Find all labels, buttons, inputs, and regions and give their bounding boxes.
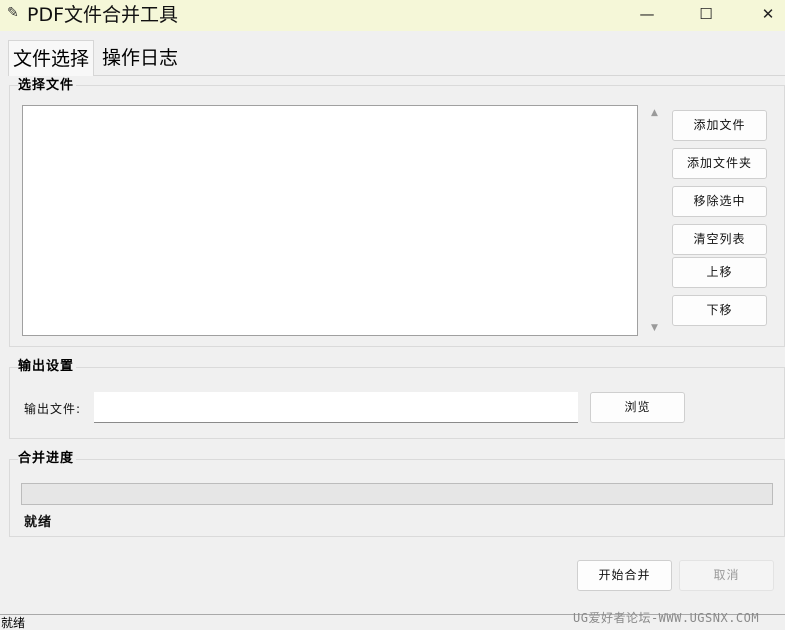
scroll-down-arrow-icon[interactable]: ▼ — [651, 323, 658, 333]
add-file-button[interactable]: 添加文件 — [672, 110, 767, 141]
output-file-input[interactable] — [94, 392, 578, 423]
tab-divider — [8, 75, 785, 76]
tab-operation-log[interactable]: 操作日志 — [98, 40, 183, 76]
start-merge-button[interactable]: 开始合并 — [577, 560, 672, 591]
file-section-title: 选择文件 — [18, 78, 77, 94]
scroll-up-arrow-icon[interactable]: ▲ — [651, 108, 658, 118]
progress-section-title: 合并进度 — [18, 451, 77, 467]
move-up-button[interactable]: 上移 — [672, 257, 767, 288]
cancel-button[interactable]: 取消 — [679, 560, 774, 591]
tab-file-select[interactable]: 文件选择 — [8, 40, 95, 76]
output-file-label: 输出文件: — [24, 402, 82, 416]
file-listbox[interactable] — [22, 105, 638, 336]
close-button[interactable]: ✕ — [745, 0, 785, 28]
add-folder-button[interactable]: 添加文件夹 — [672, 148, 767, 179]
clear-list-button[interactable]: 清空列表 — [672, 224, 767, 255]
minimize-button[interactable]: — — [624, 0, 670, 28]
window-title: PDF文件合并工具 — [27, 4, 179, 26]
title-bar: ✎ PDF文件合并工具 — ☐ ✕ — [0, 0, 785, 31]
output-section-title: 输出设置 — [18, 359, 77, 375]
progress-status-text: 就绪 — [24, 515, 53, 530]
move-down-button[interactable]: 下移 — [672, 295, 767, 326]
maximize-button[interactable]: ☐ — [683, 0, 729, 28]
statusbar-text: 就绪 — [1, 616, 26, 630]
browse-button[interactable]: 浏览 — [590, 392, 685, 423]
merge-progress-bar — [21, 483, 773, 505]
remove-selected-button[interactable]: 移除选中 — [672, 186, 767, 217]
watermark-text: UG爱好者论坛-WWW.UGSNX.COM — [573, 611, 760, 625]
feather-icon: ✎ — [7, 5, 19, 21]
